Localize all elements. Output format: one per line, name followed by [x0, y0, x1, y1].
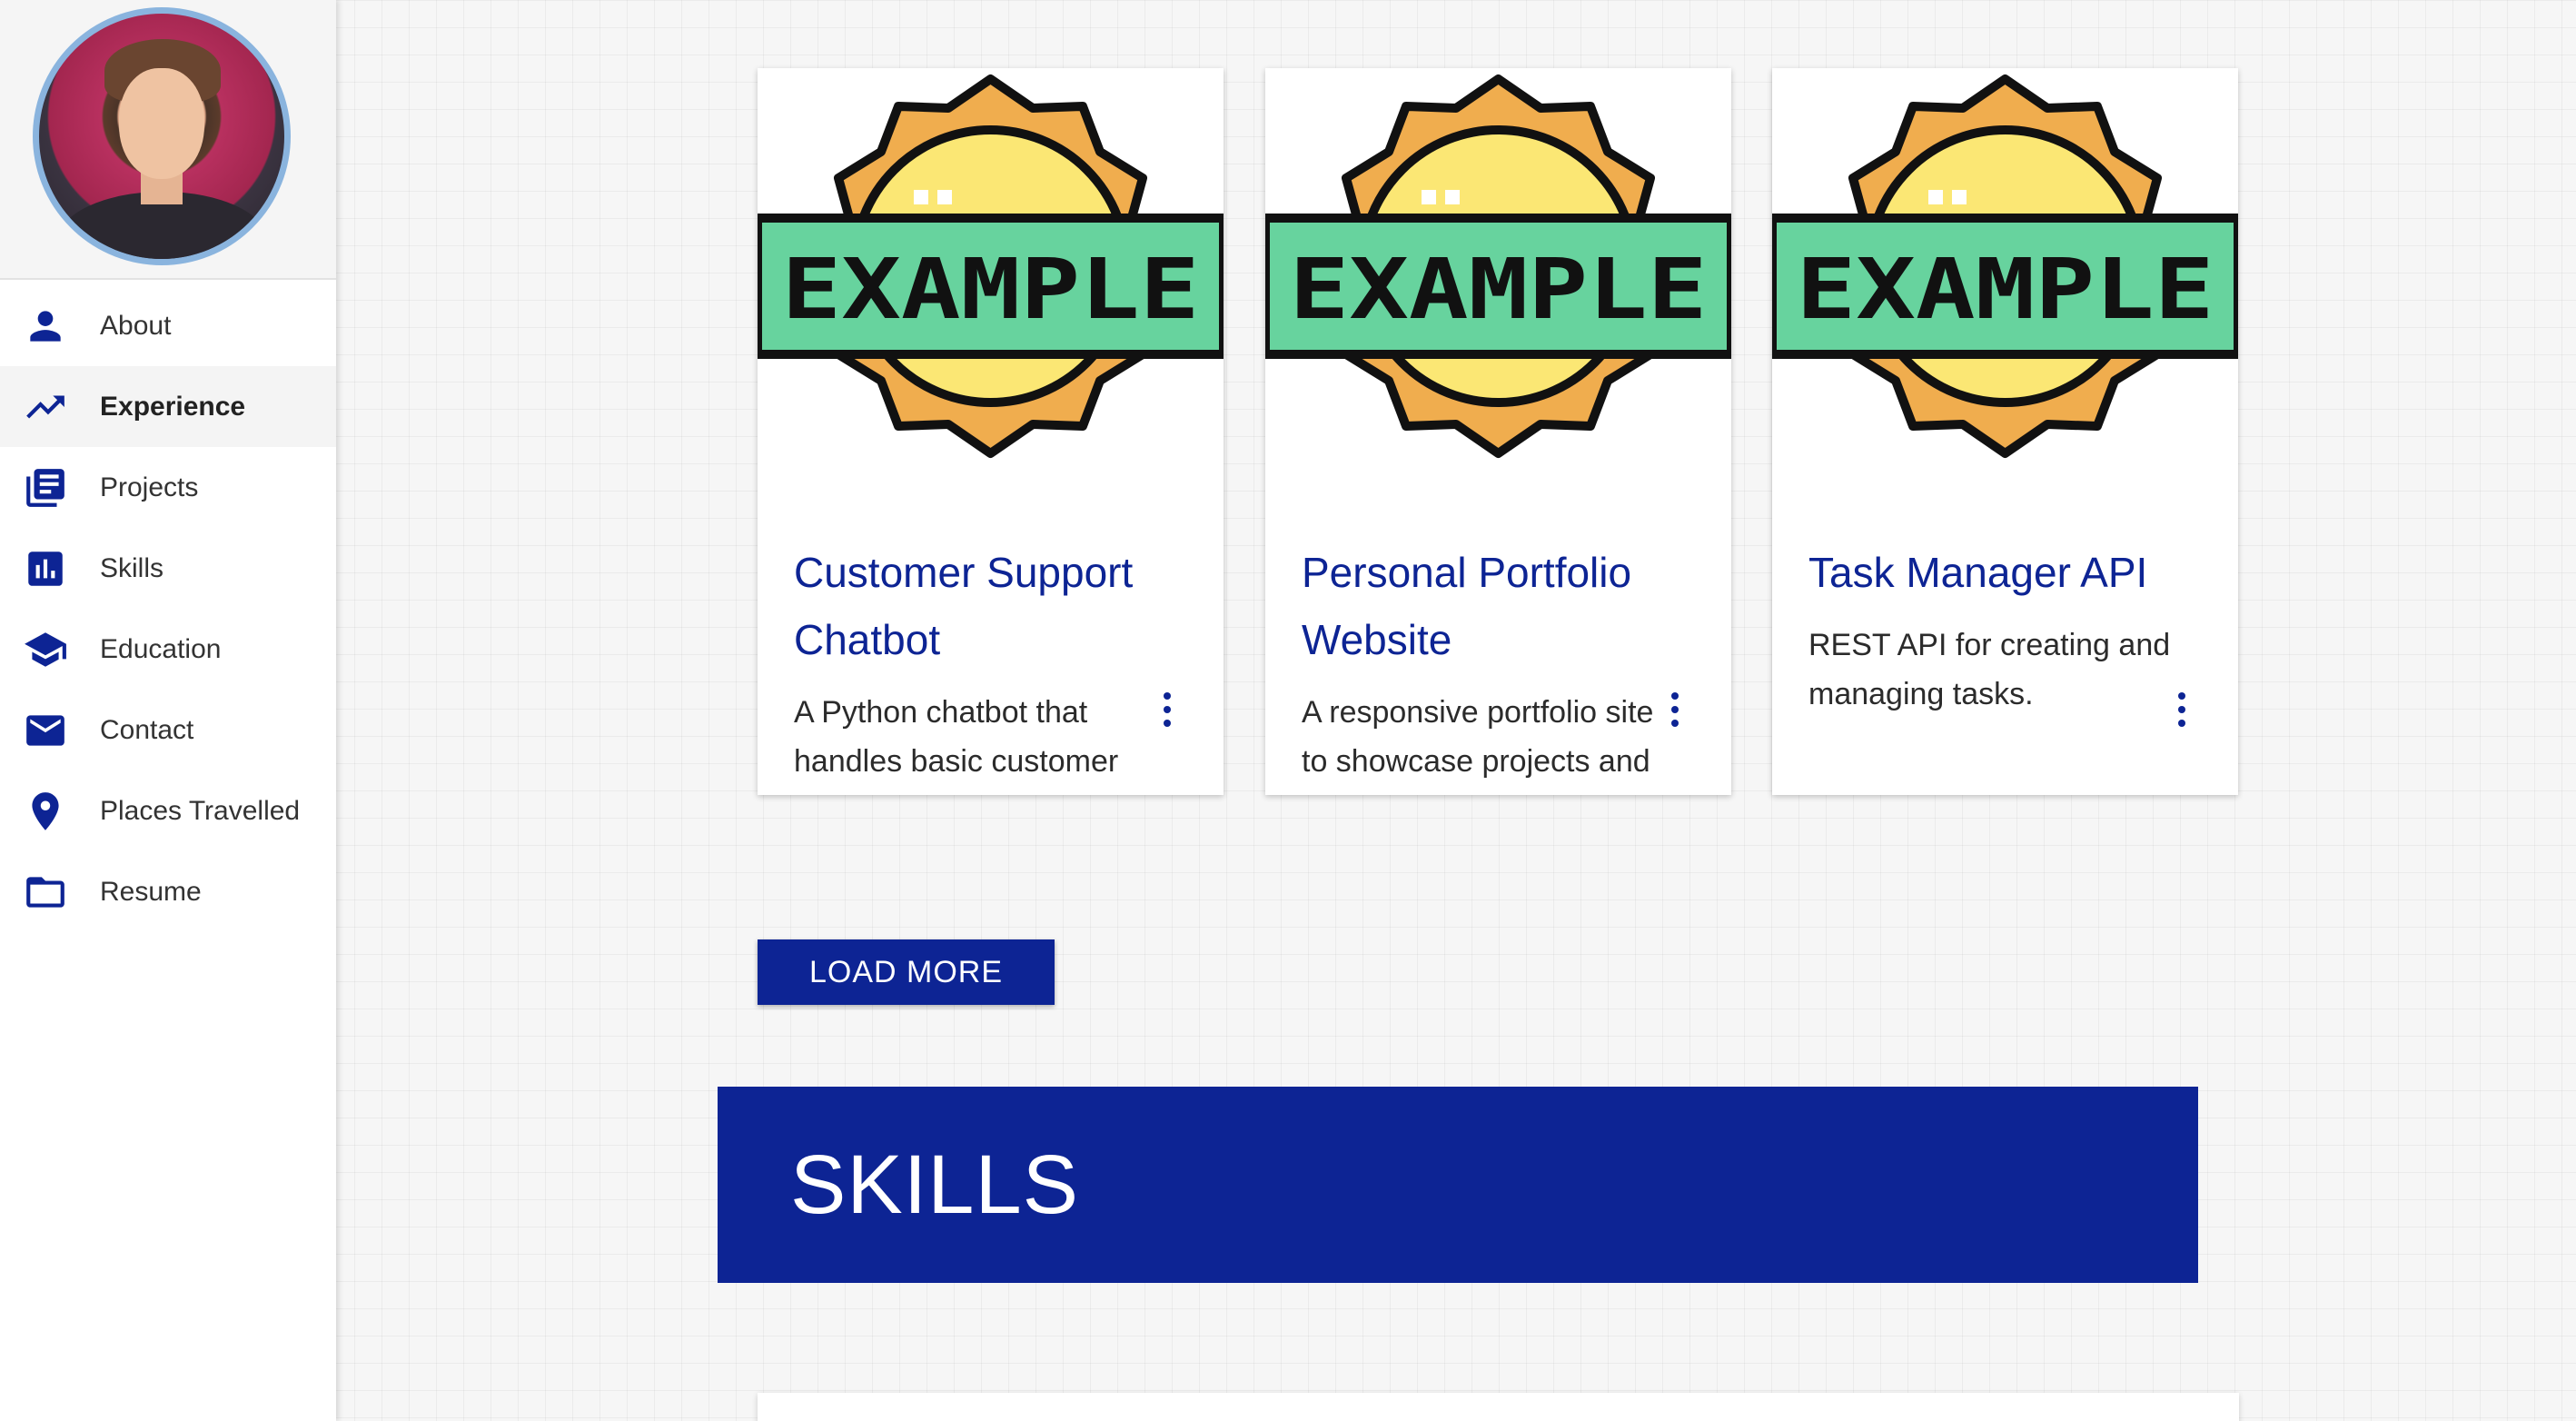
- section-title: SKILLS: [790, 1138, 1079, 1231]
- sidebar-item-label: Contact: [100, 714, 194, 745]
- sidebar-item-places-travelled[interactable]: Places Travelled: [0, 770, 336, 851]
- sidebar-item-label: Experience: [100, 391, 246, 422]
- project-title[interactable]: Personal Portfolio Website: [1302, 539, 1665, 673]
- bar-chart-icon: [22, 545, 69, 592]
- sidebar-item-label: About: [100, 310, 172, 341]
- sidebar-item-contact[interactable]: Contact: [0, 690, 336, 770]
- sidebar-item-education[interactable]: Education: [0, 609, 336, 690]
- project-title[interactable]: Customer Support Chatbot: [794, 539, 1157, 673]
- project-card[interactable]: EXAMPLE Personal Portfolio Website A res…: [1265, 68, 1731, 795]
- person-icon: [22, 303, 69, 350]
- sidebar-item-experience[interactable]: Experience: [0, 366, 336, 447]
- skills-section-header: SKILLS: [718, 1087, 2198, 1283]
- badge-label: EXAMPLE: [782, 241, 1200, 338]
- project-card[interactable]: EXAMPLE Task Manager API REST API for cr…: [1772, 68, 2238, 795]
- badge-label: EXAMPLE: [1290, 241, 1708, 338]
- avatar: [33, 7, 291, 265]
- project-card[interactable]: EXAMPLE Customer Support Chatbot A Pytho…: [758, 68, 1224, 795]
- project-title[interactable]: Task Manager API: [1808, 539, 2172, 606]
- more-vert-icon[interactable]: [1660, 689, 1690, 730]
- folder-icon: [22, 869, 69, 916]
- location-pin-icon: [22, 788, 69, 835]
- project-description: A Python chatbot that handles basic cust…: [794, 695, 1119, 779]
- skills-card: [758, 1393, 2239, 1421]
- sidebar-item-projects[interactable]: Projects: [0, 447, 336, 528]
- sidebar-nav: About Experience Projects Skills Educati…: [0, 280, 336, 932]
- mail-icon: [22, 707, 69, 754]
- project-image: EXAMPLE: [1265, 68, 1731, 495]
- project-description: A responsive portfolio site to showcase …: [1302, 695, 1654, 779]
- sidebar-item-skills[interactable]: Skills: [0, 528, 336, 609]
- sidebar-item-label: Projects: [100, 472, 199, 502]
- trending-up-icon: [22, 383, 69, 431]
- graduation-cap-icon: [22, 626, 69, 673]
- more-vert-icon[interactable]: [1152, 689, 1183, 730]
- sidebar-item-label: Places Travelled: [100, 795, 301, 826]
- more-vert-icon[interactable]: [2166, 689, 2197, 730]
- sidebar-item-about[interactable]: About: [0, 285, 336, 366]
- sidebar-item-label: Skills: [100, 552, 164, 583]
- load-more-button[interactable]: LOAD MORE: [758, 939, 1055, 1005]
- library-books-icon: [22, 464, 69, 512]
- avatar-area: [0, 0, 336, 280]
- sidebar-item-label: Education: [100, 633, 222, 664]
- project-image: EXAMPLE: [1772, 68, 2238, 495]
- project-description: REST API for creating and managing tasks…: [1808, 628, 2171, 711]
- sidebar-item-label: Resume: [100, 876, 202, 907]
- project-image: EXAMPLE: [758, 68, 1224, 495]
- sidebar-item-resume[interactable]: Resume: [0, 851, 336, 932]
- sidebar: About Experience Projects Skills Educati…: [0, 0, 336, 1421]
- badge-label: EXAMPLE: [1797, 241, 2214, 338]
